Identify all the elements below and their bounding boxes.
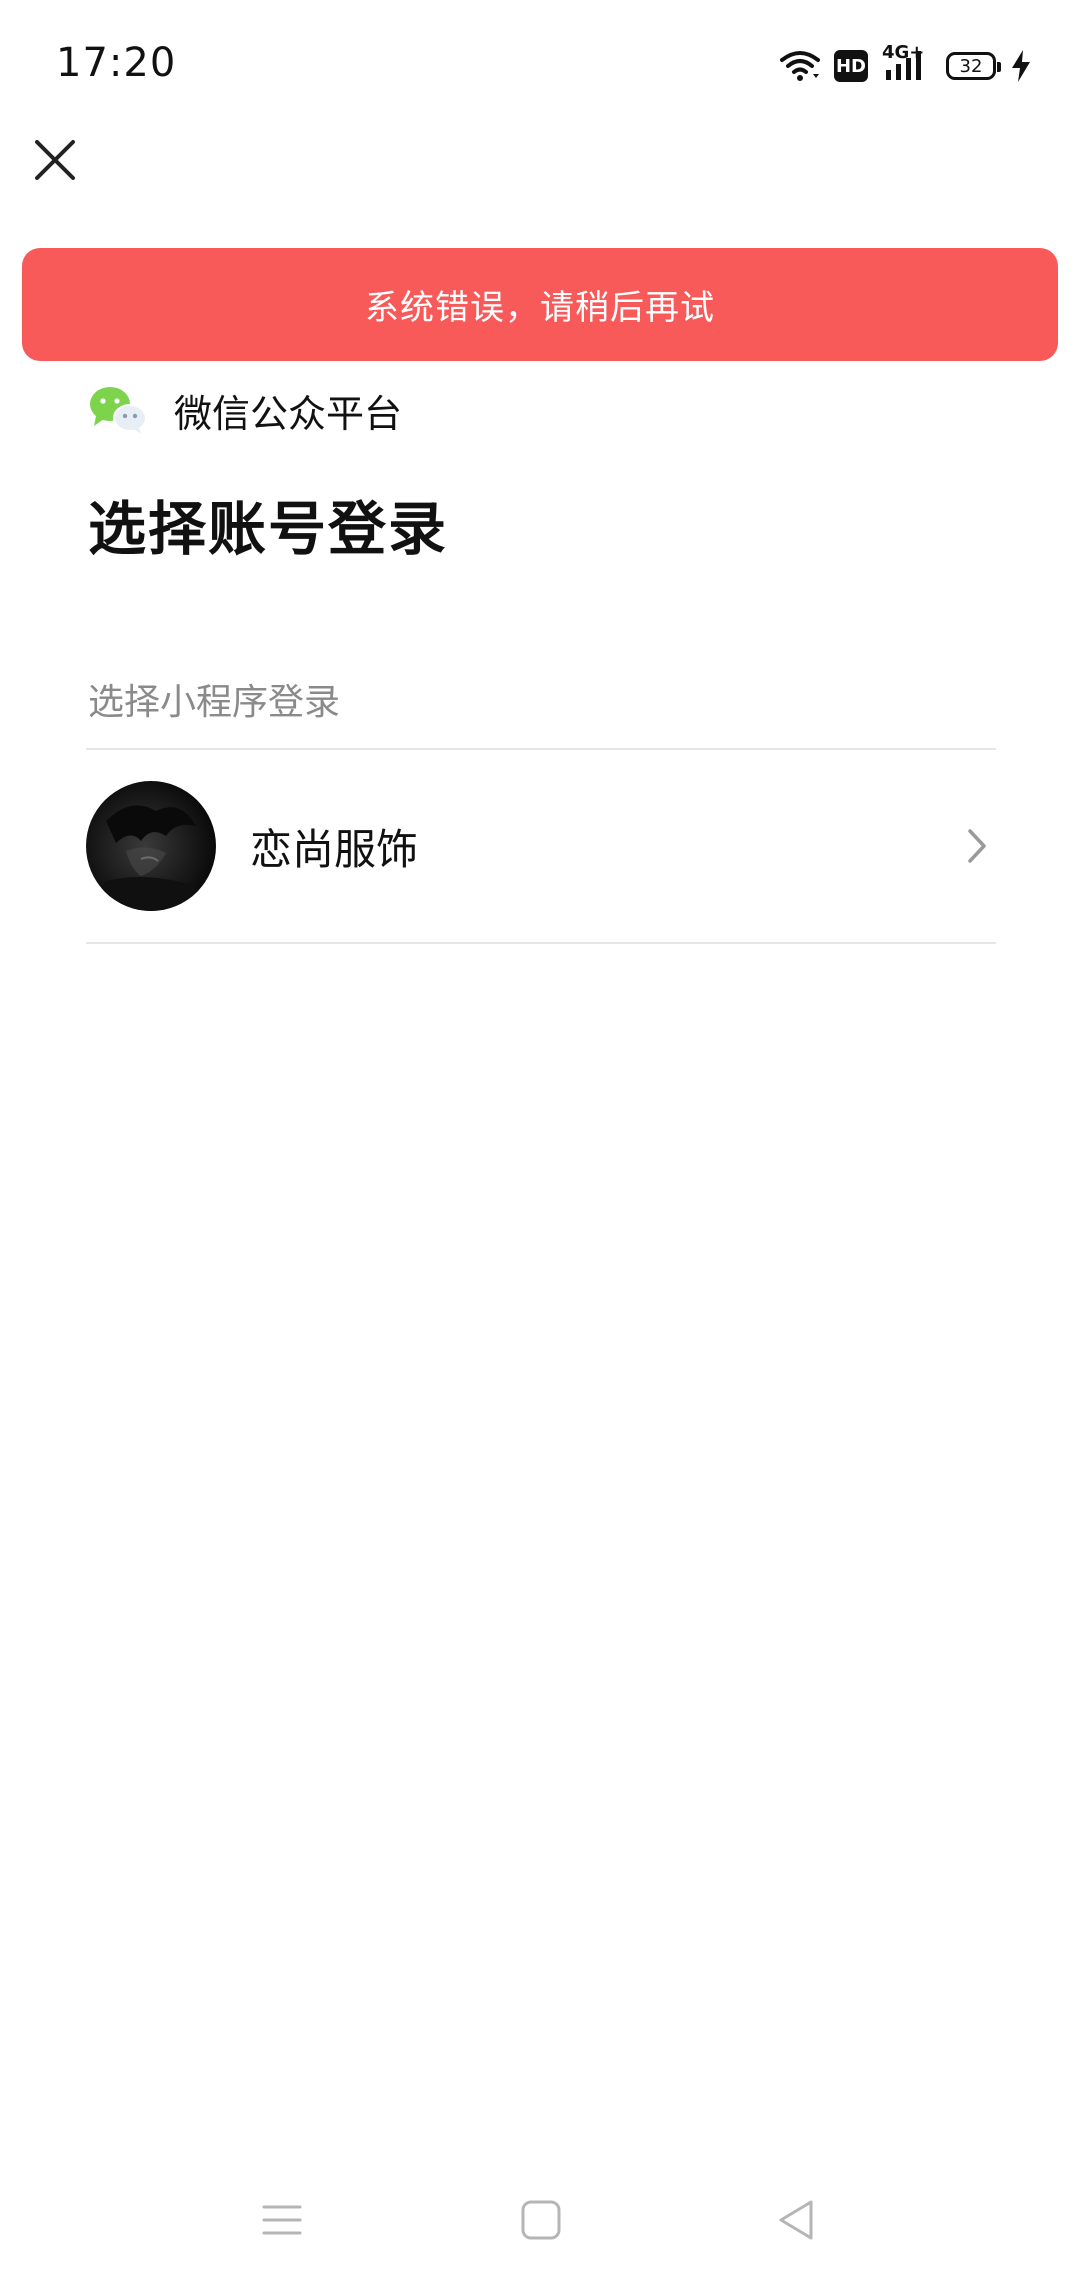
home-icon [521,2200,561,2240]
login-screen: 17:20 HD 4G+ 32 系统错误，请稍后再试 微信公众平台 选择账号登录… [0,0,1080,2280]
divider [86,942,996,944]
nav-back-button[interactable] [766,2190,826,2250]
battery-level: 32 [959,55,983,77]
wifi-icon [780,51,820,81]
wechat-icon [90,387,147,434]
avatar [86,781,216,911]
back-icon [779,2200,813,2240]
platform-header: 微信公众平台 [88,380,402,440]
status-bar: 17:20 HD 4G+ 32 [0,0,1080,130]
error-toast-message: 系统错误，请稍后再试 [365,288,715,328]
close-icon [35,140,75,180]
close-button[interactable] [30,135,80,185]
hd-icon: HD [834,50,868,82]
error-toast: 系统错误，请稍后再试 [22,248,1058,361]
platform-name: 微信公众平台 [174,391,403,436]
nav-home-button[interactable] [511,2190,571,2250]
status-icons: HD 4G+ 32 [780,42,1032,88]
chevron-right-icon [968,829,986,863]
nav-menu-button[interactable] [252,2190,312,2250]
battery-icon: 32 [946,52,1001,80]
section-label: 选择小程序登录 [88,682,341,723]
signal-icon: 4G+ [882,42,932,84]
status-time: 17:20 [56,40,177,86]
account-item[interactable]: 恋尚服饰 [86,750,996,942]
account-name: 恋尚服饰 [250,824,419,874]
menu-icon [262,2205,302,2235]
system-nav-bar [0,2180,1080,2260]
charging-icon [1012,50,1030,82]
page-title: 选择账号登录 [88,495,449,563]
